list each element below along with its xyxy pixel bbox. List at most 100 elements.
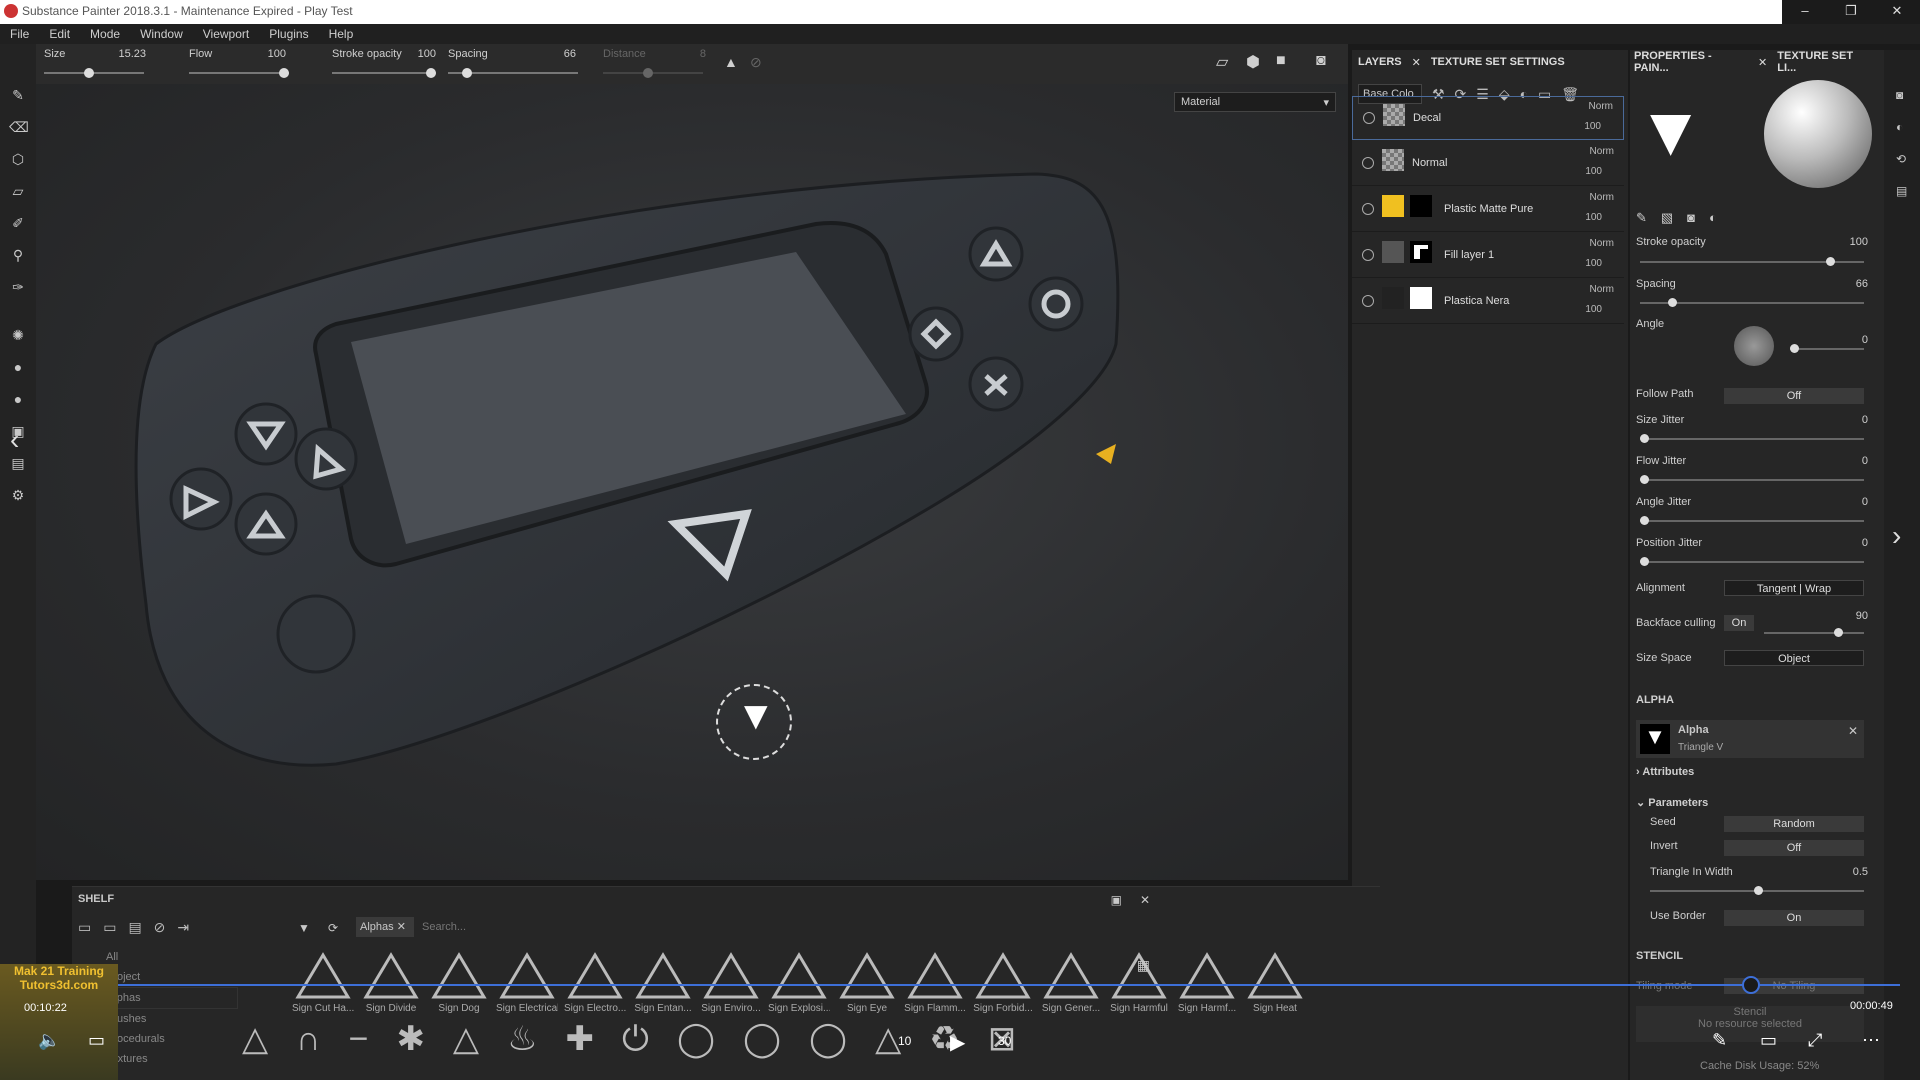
tab-layers[interactable]: LAYERS	[1358, 56, 1402, 68]
minimize-button[interactable]: –	[1782, 0, 1828, 24]
close-window-button[interactable]: ✕	[1874, 0, 1920, 24]
more-icon[interactable]: ⋯	[1862, 1030, 1880, 1051]
3d-view-icon[interactable]: ⬢	[1246, 52, 1260, 72]
flow-slider[interactable]	[189, 68, 289, 78]
settings-icon[interactable]: ⚙	[9, 486, 27, 504]
tab-properties[interactable]: PROPERTIES - PAIN...	[1634, 50, 1748, 74]
spacing-value[interactable]: 66	[536, 48, 576, 60]
alpha-thumbnail[interactable]: Sign Flamm...	[904, 951, 966, 1014]
layer-plastica-nera[interactable]: Plastica Nera Norm 100	[1352, 280, 1624, 324]
triangle-width-slider[interactable]	[1650, 886, 1864, 895]
alpha-slot[interactable]: ▼ Alpha Triangle V ✕	[1636, 720, 1864, 758]
eraser-tool-icon[interactable]: ⌫	[9, 118, 29, 136]
filter-icon[interactable]: ▼	[298, 921, 310, 935]
menu-viewport[interactable]: Viewport	[193, 24, 259, 44]
attributes-section[interactable]: › Attributes	[1636, 766, 1694, 778]
invert-toggle[interactable]: Off	[1724, 840, 1864, 856]
smudge-tool-icon[interactable]: ✐	[9, 214, 27, 232]
eye-icon[interactable]	[1362, 203, 1374, 215]
distance-slider[interactable]	[603, 68, 703, 78]
menu-mode[interactable]: Mode	[80, 24, 130, 44]
alpha-thumbnail[interactable]: Sign Divide	[360, 951, 422, 1014]
shape-icon[interactable]: ●	[9, 390, 27, 408]
prev-arrow-icon[interactable]: ‹	[10, 424, 19, 456]
layer-normal[interactable]: Normal Norm 100	[1352, 142, 1624, 186]
layer-decal[interactable]: Decal Norm 100	[1352, 96, 1624, 140]
video-progress-knob[interactable]	[1742, 976, 1760, 994]
particles-icon[interactable]: ●	[9, 358, 27, 376]
video-progress-track[interactable]	[0, 984, 1900, 986]
screenshot-icon[interactable]: ◙	[1316, 52, 1326, 70]
flow-jitter-slider[interactable]	[1640, 475, 1864, 484]
size-space-select[interactable]: Object	[1724, 650, 1864, 666]
tab-texture-set-list[interactable]: TEXTURE SET LI...	[1777, 50, 1874, 74]
miniplayer-icon[interactable]: ▭	[1760, 1030, 1777, 1051]
follow-path-toggle[interactable]: Off	[1724, 388, 1864, 404]
volume-icon[interactable]: 🔈	[38, 1030, 60, 1051]
export-icon[interactable]: ▤	[9, 454, 27, 472]
stencil-slot[interactable]: Stencil No resource selected	[1636, 1006, 1864, 1042]
angle-dial[interactable]	[1734, 326, 1774, 366]
log-icon[interactable]: ▤	[1896, 184, 1907, 198]
alpha-thumbnail[interactable]: Sign Forbid...	[972, 951, 1034, 1014]
size-slider[interactable]	[44, 68, 144, 78]
lazy-mouse-icon[interactable]: ⊘	[750, 54, 762, 71]
skip-back-button[interactable]: 10	[898, 1034, 911, 1048]
restore-button[interactable]: ❐	[1828, 0, 1874, 24]
alpha-thumbnail[interactable]: Sign Heat	[1244, 951, 1306, 1014]
seed-button[interactable]: Random	[1724, 816, 1864, 832]
menu-help[interactable]: Help	[319, 24, 364, 44]
parameters-section[interactable]: ⌄ Parameters	[1636, 796, 1708, 809]
distance-value[interactable]: 8	[676, 48, 706, 60]
spacing-slider[interactable]	[448, 68, 578, 78]
stroke-opacity-slider[interactable]	[332, 68, 436, 78]
use-border-toggle[interactable]: On	[1724, 910, 1864, 926]
alpha-thumbnail[interactable]: Sign Harmf...	[1176, 951, 1238, 1014]
menu-plugins[interactable]: Plugins	[259, 24, 318, 44]
eye-icon[interactable]	[1363, 112, 1375, 124]
2d-view-icon[interactable]: ▱	[1216, 52, 1228, 72]
eye-icon[interactable]	[1362, 295, 1374, 307]
tab-texture-set-settings[interactable]: TEXTURE SET SETTINGS	[1431, 56, 1565, 68]
projection-tool-icon[interactable]: ⬡	[9, 150, 27, 168]
skip-forward-button[interactable]: 30	[998, 1034, 1011, 1048]
angle-slider[interactable]	[1790, 344, 1864, 353]
alpha-thumbnail[interactable]: Sign Eye	[836, 951, 898, 1014]
alpha-grid-row2[interactable]: △∩−✱△♨✚⏻◯◯◯△♻⊠☠	[242, 1019, 1042, 1079]
grid-view-icon[interactable]: ▦	[1137, 957, 1150, 974]
alpha-thumbnail[interactable]: Sign Entan...	[632, 951, 694, 1014]
symmetry-icon[interactable]: ▲	[724, 54, 738, 70]
play-icon[interactable]: ▶	[950, 1030, 965, 1055]
picker-tool-icon[interactable]: ✑	[9, 278, 27, 296]
shader-settings-icon[interactable]: ◐	[1896, 120, 1903, 134]
alpha-thumbnail[interactable]: Sign Explosi...	[768, 951, 830, 1014]
clone-tool-icon[interactable]: ⚲	[9, 246, 27, 264]
next-arrow-icon[interactable]: ›	[1892, 520, 1901, 552]
stroke-opacity-slider[interactable]	[1640, 257, 1864, 266]
filter-tag-alphas[interactable]: Alphas ✕	[356, 917, 414, 937]
close-layers-icon[interactable]: ✕	[1412, 56, 1421, 69]
menu-window[interactable]: Window	[130, 24, 193, 44]
shelf-search-input[interactable]	[422, 917, 1022, 937]
pen-icon[interactable]: ✎	[1712, 1030, 1727, 1051]
spacing-slider[interactable]	[1640, 298, 1864, 307]
history-icon[interactable]: ⟲	[1896, 152, 1906, 166]
3d-viewport[interactable]: ▼ ‹	[10, 84, 1348, 880]
close-shelf-icon[interactable]: ✕	[1140, 893, 1150, 907]
layer-fill-layer-1[interactable]: Fill layer 1 Norm 100	[1352, 234, 1624, 278]
position-jitter-slider[interactable]	[1640, 557, 1864, 566]
eye-icon[interactable]	[1362, 157, 1374, 169]
display-settings-icon[interactable]: ◙	[1896, 88, 1903, 102]
bake-icon[interactable]: ✺	[9, 326, 27, 344]
backface-culling-toggle[interactable]: On	[1724, 615, 1754, 631]
camera-icon[interactable]: ■	[1276, 52, 1286, 70]
flow-value[interactable]: 100	[256, 48, 286, 60]
alpha-thumbnail[interactable]: Sign Enviro...	[700, 951, 762, 1014]
undock-shelf-icon[interactable]: ▣	[1111, 893, 1122, 907]
captions-icon[interactable]: ▭	[88, 1030, 105, 1051]
size-jitter-slider[interactable]	[1640, 434, 1864, 443]
alpha-thumbnail[interactable]: Sign Gener...	[1040, 951, 1102, 1014]
shelf-actions-icons[interactable]: ▭▭▤⊘⇥	[78, 919, 201, 936]
alpha-thumbnail[interactable]: Sign Dog	[428, 951, 490, 1014]
brush-tool-icon[interactable]: ✎	[9, 86, 27, 104]
